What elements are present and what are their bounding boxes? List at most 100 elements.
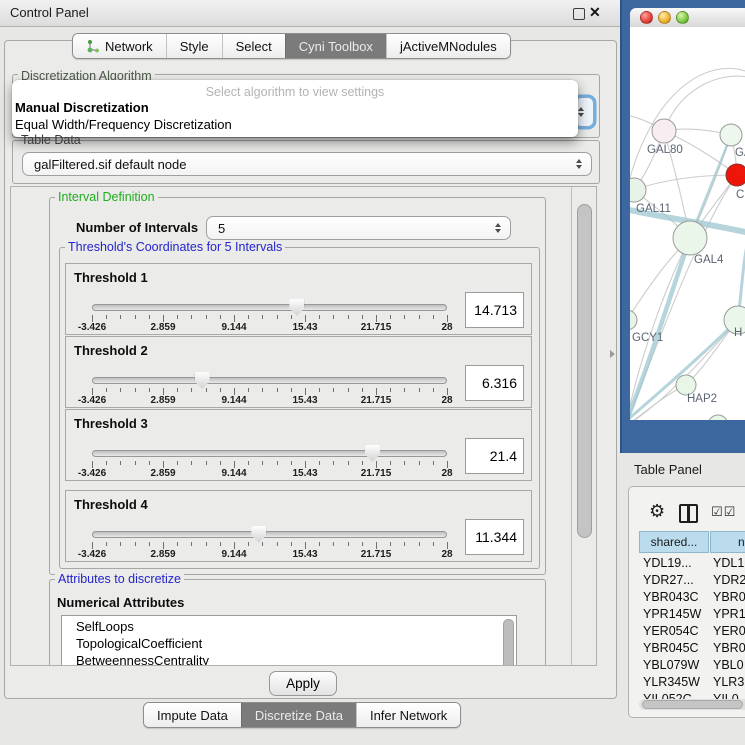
table-hscrollbar-thumb[interactable] <box>642 700 743 709</box>
table-hscrollbar[interactable] <box>639 699 745 710</box>
table-row-cell[interactable]: YBL079W <box>643 658 699 672</box>
algorithm-option[interactable]: Equal Width/Frequency Discretization <box>12 116 578 133</box>
control-panel-titlebar: Control Panel ✕ <box>0 0 620 27</box>
threshold-slider-track[interactable] <box>92 450 447 457</box>
threshold-slider-thumb[interactable] <box>251 526 266 543</box>
threshold-slider-thumb[interactable] <box>195 372 210 389</box>
slider-tick <box>319 388 320 392</box>
threshold-value-field[interactable]: 11.344 <box>465 519 524 555</box>
slider-tick <box>362 315 363 319</box>
threshold-slider-thumb[interactable] <box>365 445 380 462</box>
slider-tick <box>419 461 420 465</box>
threshold-label: Threshold 3 <box>74 416 148 431</box>
threshold-value-field[interactable]: 21.4 <box>465 438 524 474</box>
tab-cyni-toolbox[interactable]: Cyni Toolbox <box>285 34 386 58</box>
threshold-value-field[interactable]: 14.713 <box>465 292 524 328</box>
slider-tick <box>135 461 136 465</box>
numerical-attributes-list[interactable]: SelfLoopsTopologicalCoefficientBetweenne… <box>61 615 517 666</box>
attribute-list-item[interactable]: BetweennessCentrality <box>62 652 516 666</box>
table-row-cell[interactable]: YLR3 <box>713 675 744 689</box>
table-row-cell[interactable]: YPR1 <box>713 607 745 621</box>
network-node[interactable] <box>720 124 742 146</box>
column-header-name[interactable]: n <box>710 531 745 553</box>
slider-tick <box>220 542 221 546</box>
panel-collapse-arrow-icon[interactable] <box>610 350 615 358</box>
slider-tick <box>248 315 249 319</box>
network-canvas[interactable]: GAL80GACGAL11GAL4GCY1HHAP2 <box>630 27 745 420</box>
mac-zoom-icon[interactable] <box>676 11 689 24</box>
slider-tick <box>191 388 192 392</box>
tab-jactivemnodules[interactable]: jActiveMNodules <box>386 34 510 58</box>
slider-tick-label: 28 <box>441 395 452 406</box>
table-row-cell[interactable]: YDR27... <box>643 573 694 587</box>
tab-style[interactable]: Style <box>166 34 222 58</box>
slider-tick <box>319 315 320 319</box>
slider-tick <box>135 315 136 319</box>
algorithm-dropdown-popup: Select algorithm to view settings Manual… <box>12 80 578 137</box>
slider-tick <box>206 461 207 465</box>
float-window-icon[interactable] <box>573 8 585 20</box>
mac-minimize-icon[interactable] <box>658 11 671 24</box>
threshold-slider-track[interactable] <box>92 531 447 538</box>
threshold-slider-thumb[interactable] <box>289 299 304 316</box>
slider-tick <box>305 542 306 549</box>
column-header-shared[interactable]: shared... <box>639 531 709 553</box>
slider-tick <box>149 388 150 392</box>
table-row-cell[interactable]: YBR045C <box>643 641 699 655</box>
table-row-cell[interactable]: YPR145W <box>643 607 701 621</box>
num-intervals-combo[interactable]: 5 <box>206 216 511 240</box>
checkbox-icons[interactable]: ☑☑ <box>711 505 736 520</box>
table-row-cell[interactable]: YBR043C <box>643 590 699 604</box>
table-row-cell[interactable]: YER054C <box>643 624 699 638</box>
table-row-cell[interactable]: YBR0 <box>713 641 745 655</box>
table-row-cell[interactable]: YBL0 <box>713 658 744 672</box>
slider-tick <box>262 461 263 465</box>
close-icon[interactable]: ✕ <box>589 4 601 21</box>
table-row-cell[interactable]: YER0 <box>713 624 745 638</box>
settings-scrollbar-thumb[interactable] <box>577 204 592 538</box>
threshold-slider-track[interactable] <box>92 377 447 384</box>
table-row-cell[interactable]: YBR0 <box>713 590 745 604</box>
network-node[interactable] <box>708 415 728 420</box>
slider-tick <box>106 388 107 392</box>
bottom-tab-impute-data[interactable]: Impute Data <box>144 703 241 727</box>
algorithm-option[interactable]: Manual Discretization <box>12 99 578 116</box>
bottom-tab-infer-network[interactable]: Infer Network <box>356 703 460 727</box>
attributes-list-scrollbar[interactable] <box>503 619 514 666</box>
attributes-group-title: Attributes to discretize <box>55 572 184 586</box>
slider-tick <box>135 542 136 546</box>
gear-icon[interactable]: ⚙ <box>649 501 665 522</box>
attribute-list-item[interactable]: TopologicalCoefficient <box>62 635 516 652</box>
network-window-titlebar[interactable] <box>630 8 745 28</box>
threshold-slider-track[interactable] <box>92 304 447 311</box>
network-node[interactable] <box>673 221 707 255</box>
slider-tick <box>206 542 207 546</box>
slider-tick <box>348 315 349 319</box>
network-node[interactable] <box>726 164 745 186</box>
network-node[interactable] <box>676 375 696 395</box>
slider-tick <box>433 461 434 465</box>
slider-tick-label: 9.144 <box>221 322 246 333</box>
split-columns-icon[interactable] <box>679 504 698 523</box>
network-node[interactable] <box>652 119 676 143</box>
table-row-cell[interactable]: YDL1 <box>713 556 744 570</box>
apply-button[interactable]: Apply <box>269 671 337 696</box>
threshold-panel: Threshold 3-3.4262.8599.14415.4321.71528… <box>65 409 532 481</box>
mac-close-icon[interactable] <box>640 11 653 24</box>
table-row-cell[interactable]: YDR2 <box>713 573 745 587</box>
bottom-tab-bar: Impute DataDiscretize DataInfer Network <box>143 702 461 728</box>
table-row-cell[interactable]: YDL19... <box>643 556 692 570</box>
table-data-combo[interactable]: galFiltered.sif default node <box>22 152 592 176</box>
threshold-value-field[interactable]: 6.316 <box>465 365 524 401</box>
table-row-cell[interactable]: YLR345W <box>643 675 700 689</box>
bottom-tab-discretize-data[interactable]: Discretize Data <box>241 703 356 727</box>
slider-tick-label: 15.43 <box>292 549 317 560</box>
slider-tick <box>191 542 192 546</box>
slider-tick-label: 28 <box>441 468 452 479</box>
slider-tick <box>390 315 391 319</box>
slider-tick <box>177 461 178 465</box>
tab-select[interactable]: Select <box>222 34 285 58</box>
network-node[interactable] <box>630 310 637 330</box>
tab-network[interactable]: Network <box>73 34 166 58</box>
attribute-list-item[interactable]: SelfLoops <box>62 618 516 635</box>
